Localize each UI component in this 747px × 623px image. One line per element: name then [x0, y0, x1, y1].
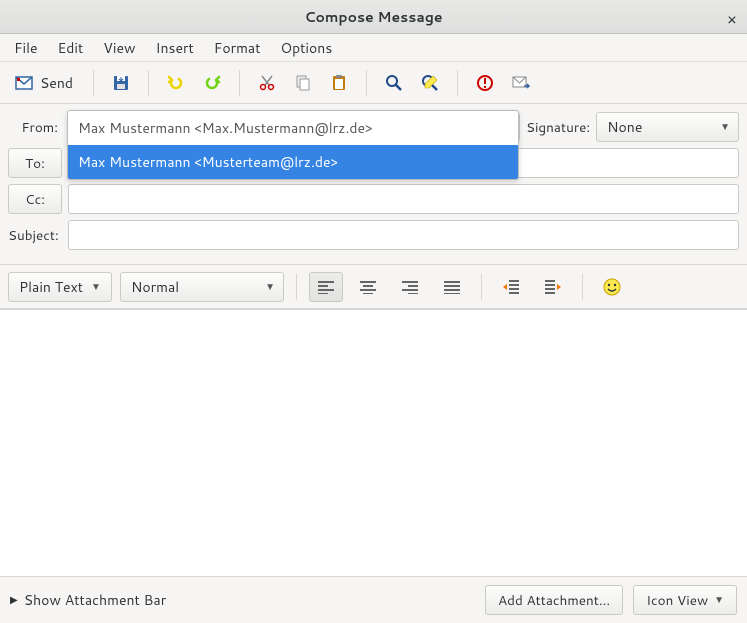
redo-button[interactable]: [197, 68, 227, 98]
text-mode-combo[interactable]: Plain Text ▼: [8, 272, 112, 302]
find-replace-button[interactable]: [415, 68, 445, 98]
menubar: File Edit View Insert Format Options: [0, 34, 747, 62]
from-label: From:: [8, 118, 62, 137]
message-body[interactable]: [0, 309, 747, 577]
emoji-button[interactable]: [595, 272, 629, 302]
separator: [582, 274, 583, 300]
align-center-button[interactable]: [351, 272, 385, 302]
to-button[interactable]: To:: [8, 148, 62, 178]
attachment-bar-label: Show Attachment Bar: [24, 590, 166, 610]
to-label: To:: [25, 154, 45, 173]
from-dropdown[interactable]: Max Mustermann <Max.Mustermann@lrz.de> M…: [67, 110, 519, 180]
redo-icon: [202, 73, 222, 93]
outdent-icon: [501, 279, 521, 295]
paste-button[interactable]: [324, 68, 354, 98]
smiley-icon: [603, 278, 621, 296]
undo-button[interactable]: [161, 68, 191, 98]
align-right-icon: [401, 280, 419, 294]
footer: ▶ Show Attachment Bar Add Attachment... …: [0, 577, 747, 623]
triangle-right-icon: ▶: [10, 593, 18, 607]
attachment-bar-toggle[interactable]: ▶ Show Attachment Bar: [10, 590, 166, 610]
indent-button[interactable]: [536, 272, 570, 302]
paragraph-style-combo[interactable]: Normal ▼: [120, 272, 284, 302]
icon-view-combo[interactable]: Icon View ▼: [633, 585, 737, 615]
envelope-arrow-icon: [511, 73, 531, 93]
align-justify-icon: [443, 280, 461, 294]
menu-file[interactable]: File: [6, 34, 46, 62]
cut-button[interactable]: [252, 68, 282, 98]
chevron-down-icon: ▼: [714, 593, 724, 607]
add-attachment-label: Add Attachment...: [498, 591, 610, 610]
signature-value: None: [607, 117, 642, 137]
chevron-down-icon: ▼: [720, 120, 730, 134]
from-option-2[interactable]: Max Mustermann <Musterteam@lrz.de>: [68, 145, 518, 179]
toolbar: Send: [0, 62, 747, 104]
text-mode-value: Plain Text: [19, 277, 83, 297]
save-button[interactable]: [106, 68, 136, 98]
paragraph-style-value: Normal: [131, 277, 179, 297]
separator: [93, 70, 94, 96]
menu-insert[interactable]: Insert: [148, 34, 202, 62]
magnifier-pen-icon: [420, 73, 440, 93]
icon-view-label: Icon View: [646, 591, 708, 610]
magnifier-icon: [384, 73, 404, 93]
outdent-button[interactable]: [494, 272, 528, 302]
separator: [296, 274, 297, 300]
separator: [148, 70, 149, 96]
subject-input[interactable]: [68, 220, 739, 250]
copy-button[interactable]: [288, 68, 318, 98]
titlebar: Compose Message ×: [0, 0, 747, 34]
menu-view[interactable]: View: [95, 34, 143, 62]
menu-format[interactable]: Format: [206, 34, 269, 62]
cc-button[interactable]: Cc:: [8, 184, 62, 214]
align-justify-button[interactable]: [435, 272, 469, 302]
chevron-down-icon: ▼: [265, 280, 275, 294]
copy-icon: [293, 73, 313, 93]
envelope-icon: [14, 73, 34, 93]
from-option-1[interactable]: Max Mustermann <Max.Mustermann@lrz.de>: [68, 111, 518, 145]
scissors-icon: [257, 73, 277, 93]
cc-input[interactable]: [68, 184, 739, 214]
add-attachment-button[interactable]: Add Attachment...: [485, 585, 623, 615]
send-label: Send: [40, 73, 73, 93]
subject-label: Subject:: [8, 226, 62, 245]
separator: [457, 70, 458, 96]
chevron-down-icon: ▼: [91, 280, 101, 294]
exclamation-icon: [475, 73, 495, 93]
window-title: Compose Message: [304, 7, 442, 27]
separator: [366, 70, 367, 96]
align-left-icon: [317, 280, 335, 294]
indent-icon: [543, 279, 563, 295]
save-icon: [111, 73, 131, 93]
find-button[interactable]: [379, 68, 409, 98]
format-toolbar: Plain Text ▼ Normal ▼: [0, 265, 747, 309]
separator: [481, 274, 482, 300]
close-button[interactable]: ×: [727, 8, 737, 31]
align-center-icon: [359, 280, 377, 294]
align-left-button[interactable]: [309, 272, 343, 302]
signature-combo[interactable]: None ▼: [596, 112, 739, 142]
cc-label: Cc:: [25, 190, 45, 209]
paste-icon: [329, 73, 349, 93]
receipt-button[interactable]: [506, 68, 536, 98]
menu-options[interactable]: Options: [273, 34, 341, 62]
signature-label: Signature:: [526, 118, 590, 137]
priority-button[interactable]: [470, 68, 500, 98]
menu-edit[interactable]: Edit: [50, 34, 92, 62]
separator: [239, 70, 240, 96]
undo-icon: [166, 73, 186, 93]
send-button[interactable]: Send: [10, 69, 81, 97]
header-area: From: Signature: None ▼ To: Cc: Subject:…: [0, 104, 747, 265]
align-right-button[interactable]: [393, 272, 427, 302]
